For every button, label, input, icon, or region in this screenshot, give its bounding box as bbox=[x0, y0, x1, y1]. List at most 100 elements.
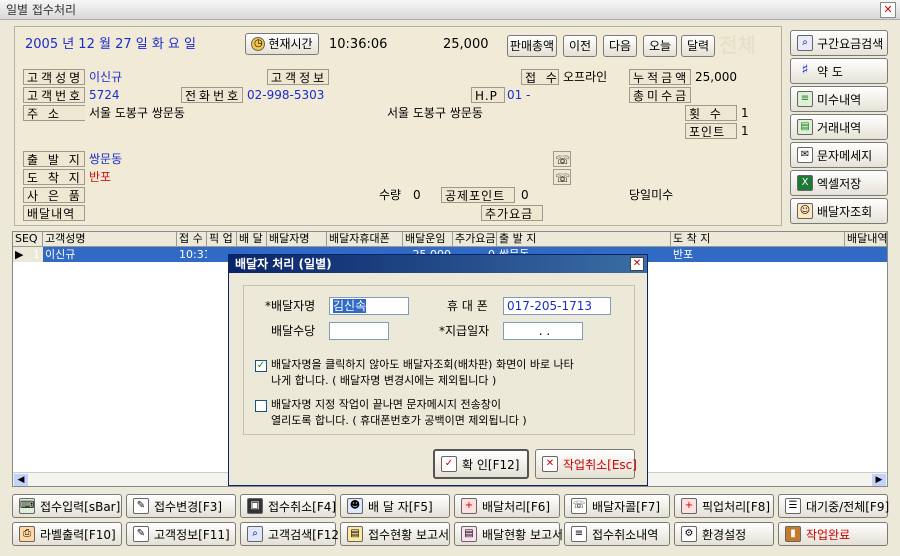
bottom-button-label: 배달자콜[F7] bbox=[592, 499, 661, 514]
bottom-button-label: 작업완료 bbox=[806, 527, 851, 542]
receipt-cancel-button[interactable]: ▣ 접수취소[F4] bbox=[240, 494, 336, 518]
text-message-button[interactable]: ✉ 문자메세지 bbox=[790, 142, 888, 168]
pickup-process-button[interactable]: + 픽업처리[F8] bbox=[674, 494, 774, 518]
side-button-label: 배달자조회 bbox=[817, 204, 873, 219]
option1-checkbox[interactable]: ✓ bbox=[255, 360, 267, 372]
paydate-input[interactable]: . . bbox=[503, 322, 583, 340]
section-fare-search-button[interactable]: ⌕ 구간요금검색 bbox=[790, 30, 888, 56]
window-title: 일별 접수처리 bbox=[6, 3, 77, 17]
dest-value[interactable]: 반포 bbox=[89, 169, 111, 185]
dialog-close-icon[interactable]: ✕ bbox=[630, 257, 644, 271]
unpaid-history-button[interactable]: ≡ 미수내역 bbox=[790, 86, 888, 112]
bottom-button-label: 접수취소[F4] bbox=[268, 499, 337, 514]
receipt-report-button[interactable]: ▤ 접수현황 보고서 bbox=[340, 522, 450, 546]
delivery-history-label: 배달내역 bbox=[23, 205, 85, 221]
delivery-report-button[interactable]: ▤ 배달현황 보고서 bbox=[454, 522, 563, 546]
courier-button[interactable]: ☻ 배 달 자[F5] bbox=[340, 494, 450, 518]
receipt-label: 접 수 bbox=[521, 69, 559, 85]
scroll-left-icon[interactable]: ◀ bbox=[14, 474, 28, 486]
deduct-point-label: 공제포인트 bbox=[441, 187, 515, 203]
pickup-icon: + bbox=[681, 498, 697, 514]
courier-name-value: 김신속 bbox=[333, 299, 367, 313]
grid-header[interactable]: SEQ bbox=[13, 232, 43, 247]
grid-header[interactable]: 출 발 지 bbox=[497, 232, 671, 247]
courier-lookup-button[interactable]: ☺ 배달자조회 bbox=[790, 198, 888, 224]
customer-search-button[interactable]: ⌕ 고객검색[F12] bbox=[240, 522, 344, 546]
gear-icon: ⚙ bbox=[681, 526, 697, 542]
window-close-icon[interactable]: ✕ bbox=[880, 2, 896, 18]
customer-card-icon: ✎ bbox=[133, 526, 149, 542]
grid-cell[interactable]: 반포 bbox=[671, 247, 845, 262]
side-button-label: 거래내역 bbox=[817, 120, 862, 135]
next-button[interactable]: 다음 bbox=[603, 35, 637, 57]
bottom-button-label: 접수변경[F3] bbox=[154, 499, 223, 514]
work-complete-button[interactable]: ▮ 작업완료 bbox=[778, 522, 888, 546]
courier-call-button[interactable]: ☏ 배달자콜[F7] bbox=[564, 494, 670, 518]
calendar-button[interactable]: 달력 bbox=[681, 35, 715, 57]
receipt-form-panel: 2005 년 12 월 27 일 화 요 일 ◷ 현재시간 10:36:06 2… bbox=[14, 26, 782, 226]
origin-tel-icon[interactable]: ☏ bbox=[553, 151, 571, 167]
origin-value[interactable]: 쌍문동 bbox=[89, 151, 122, 167]
now-time-label: 현재시간 bbox=[268, 37, 313, 51]
prev-button[interactable]: 이전 bbox=[563, 35, 597, 57]
grid-cell[interactable]: 10:31 bbox=[177, 247, 207, 262]
map-icon: ♯ bbox=[801, 62, 809, 78]
list-icon: ☰ bbox=[785, 498, 801, 514]
grid-header[interactable]: 배달운임 bbox=[403, 232, 453, 247]
label-print-button[interactable]: ⎙ 라벨출력[F10] bbox=[12, 522, 122, 546]
waiting-all-button[interactable]: ☰ 대기중/전체[F9] bbox=[778, 494, 889, 518]
bottom-button-label: 환경설정 bbox=[702, 527, 747, 542]
grid-header[interactable]: 배 달 bbox=[237, 232, 267, 247]
scroll-right-icon[interactable]: ▶ bbox=[872, 474, 886, 486]
search-icon: ⌕ bbox=[797, 35, 813, 51]
customer-name-value[interactable]: 이신규 bbox=[89, 69, 122, 85]
grid-header[interactable]: 배달내역 bbox=[845, 232, 887, 247]
settings-button[interactable]: ⚙ 환경설정 bbox=[674, 522, 774, 546]
customer-info-button[interactable]: ✎ 고객정보[F11] bbox=[126, 522, 236, 546]
cancel-history-icon: ≡ bbox=[571, 526, 587, 542]
transaction-history-button[interactable]: ▤ 거래내역 bbox=[790, 114, 888, 140]
report-icon: ▤ bbox=[347, 526, 363, 542]
grid-cell[interactable]: 1 bbox=[31, 247, 43, 262]
grid-header[interactable]: 추가요금 bbox=[453, 232, 497, 247]
bottom-button-label: 라벨출력[F10] bbox=[40, 527, 116, 542]
today-button[interactable]: 오늘 bbox=[643, 35, 677, 57]
allowance-input[interactable] bbox=[329, 322, 389, 340]
point-label: 포인트 bbox=[685, 123, 737, 139]
phone-value[interactable]: 02-998-5303 bbox=[247, 87, 324, 103]
excel-save-button[interactable]: X 엑셀저장 bbox=[790, 170, 888, 196]
disk-icon: ▣ bbox=[247, 498, 263, 514]
grid-header[interactable]: 도 착 지 bbox=[671, 232, 845, 247]
receipt-cancel-history-button[interactable]: ≡ 접수취소내역 bbox=[564, 522, 670, 546]
cancel-button[interactable]: ✕ 작업취소[Esc] bbox=[535, 449, 637, 479]
confirm-button[interactable]: ✓ 확 인[F12] bbox=[433, 449, 529, 479]
dest-tel-icon[interactable]: ☏ bbox=[553, 169, 571, 185]
courier-name-input[interactable]: 김신속 bbox=[329, 297, 409, 315]
sales-total-button[interactable]: 판매총액 bbox=[507, 35, 557, 57]
option2-checkbox[interactable] bbox=[255, 400, 267, 412]
total-unpaid-label: 총미수금 bbox=[629, 87, 691, 103]
grid-header[interactable]: 배달자휴대폰 bbox=[327, 232, 403, 247]
grid-header[interactable]: 픽 업 bbox=[207, 232, 237, 247]
delivery-process-button[interactable]: + 배달처리[F6] bbox=[454, 494, 560, 518]
receipt-input-button[interactable]: ⌨ 접수입력[sBar] bbox=[12, 494, 122, 518]
delivery-icon: + bbox=[461, 498, 477, 514]
grid-header[interactable]: 접 수 bbox=[177, 232, 207, 247]
people-icon: ☺ bbox=[797, 203, 813, 219]
grid-header[interactable]: 고객성명 bbox=[43, 232, 177, 247]
now-time-button[interactable]: ◷ 현재시간 bbox=[245, 33, 319, 55]
grid-cell[interactable]: 이신규 bbox=[43, 247, 177, 262]
map-button[interactable]: ♯ 약 도 bbox=[790, 58, 888, 84]
customer-info-label[interactable]: 고객정보 bbox=[267, 69, 329, 85]
mobile-input[interactable]: 017-205-1713 bbox=[503, 297, 611, 315]
hp-value[interactable]: 01 - bbox=[507, 87, 530, 103]
receipt-edit-button[interactable]: ✎ 접수변경[F3] bbox=[126, 494, 236, 518]
edit-icon: ✎ bbox=[133, 498, 149, 514]
option1-text-line2: 나게 합니다. ( 배달자명 변경시에는 제외됩니다 ) bbox=[271, 374, 497, 387]
point-value: 1 bbox=[741, 124, 749, 138]
grid-header[interactable]: 배달자명 bbox=[267, 232, 327, 247]
option2-text-line1: 배달자명 지정 작업이 끝나면 문자메시지 전송창이 bbox=[271, 398, 502, 411]
customer-name-label: 고객성명 bbox=[23, 69, 85, 85]
clock-icon: ◷ bbox=[251, 37, 266, 51]
current-time: 10:36:06 bbox=[329, 37, 388, 52]
